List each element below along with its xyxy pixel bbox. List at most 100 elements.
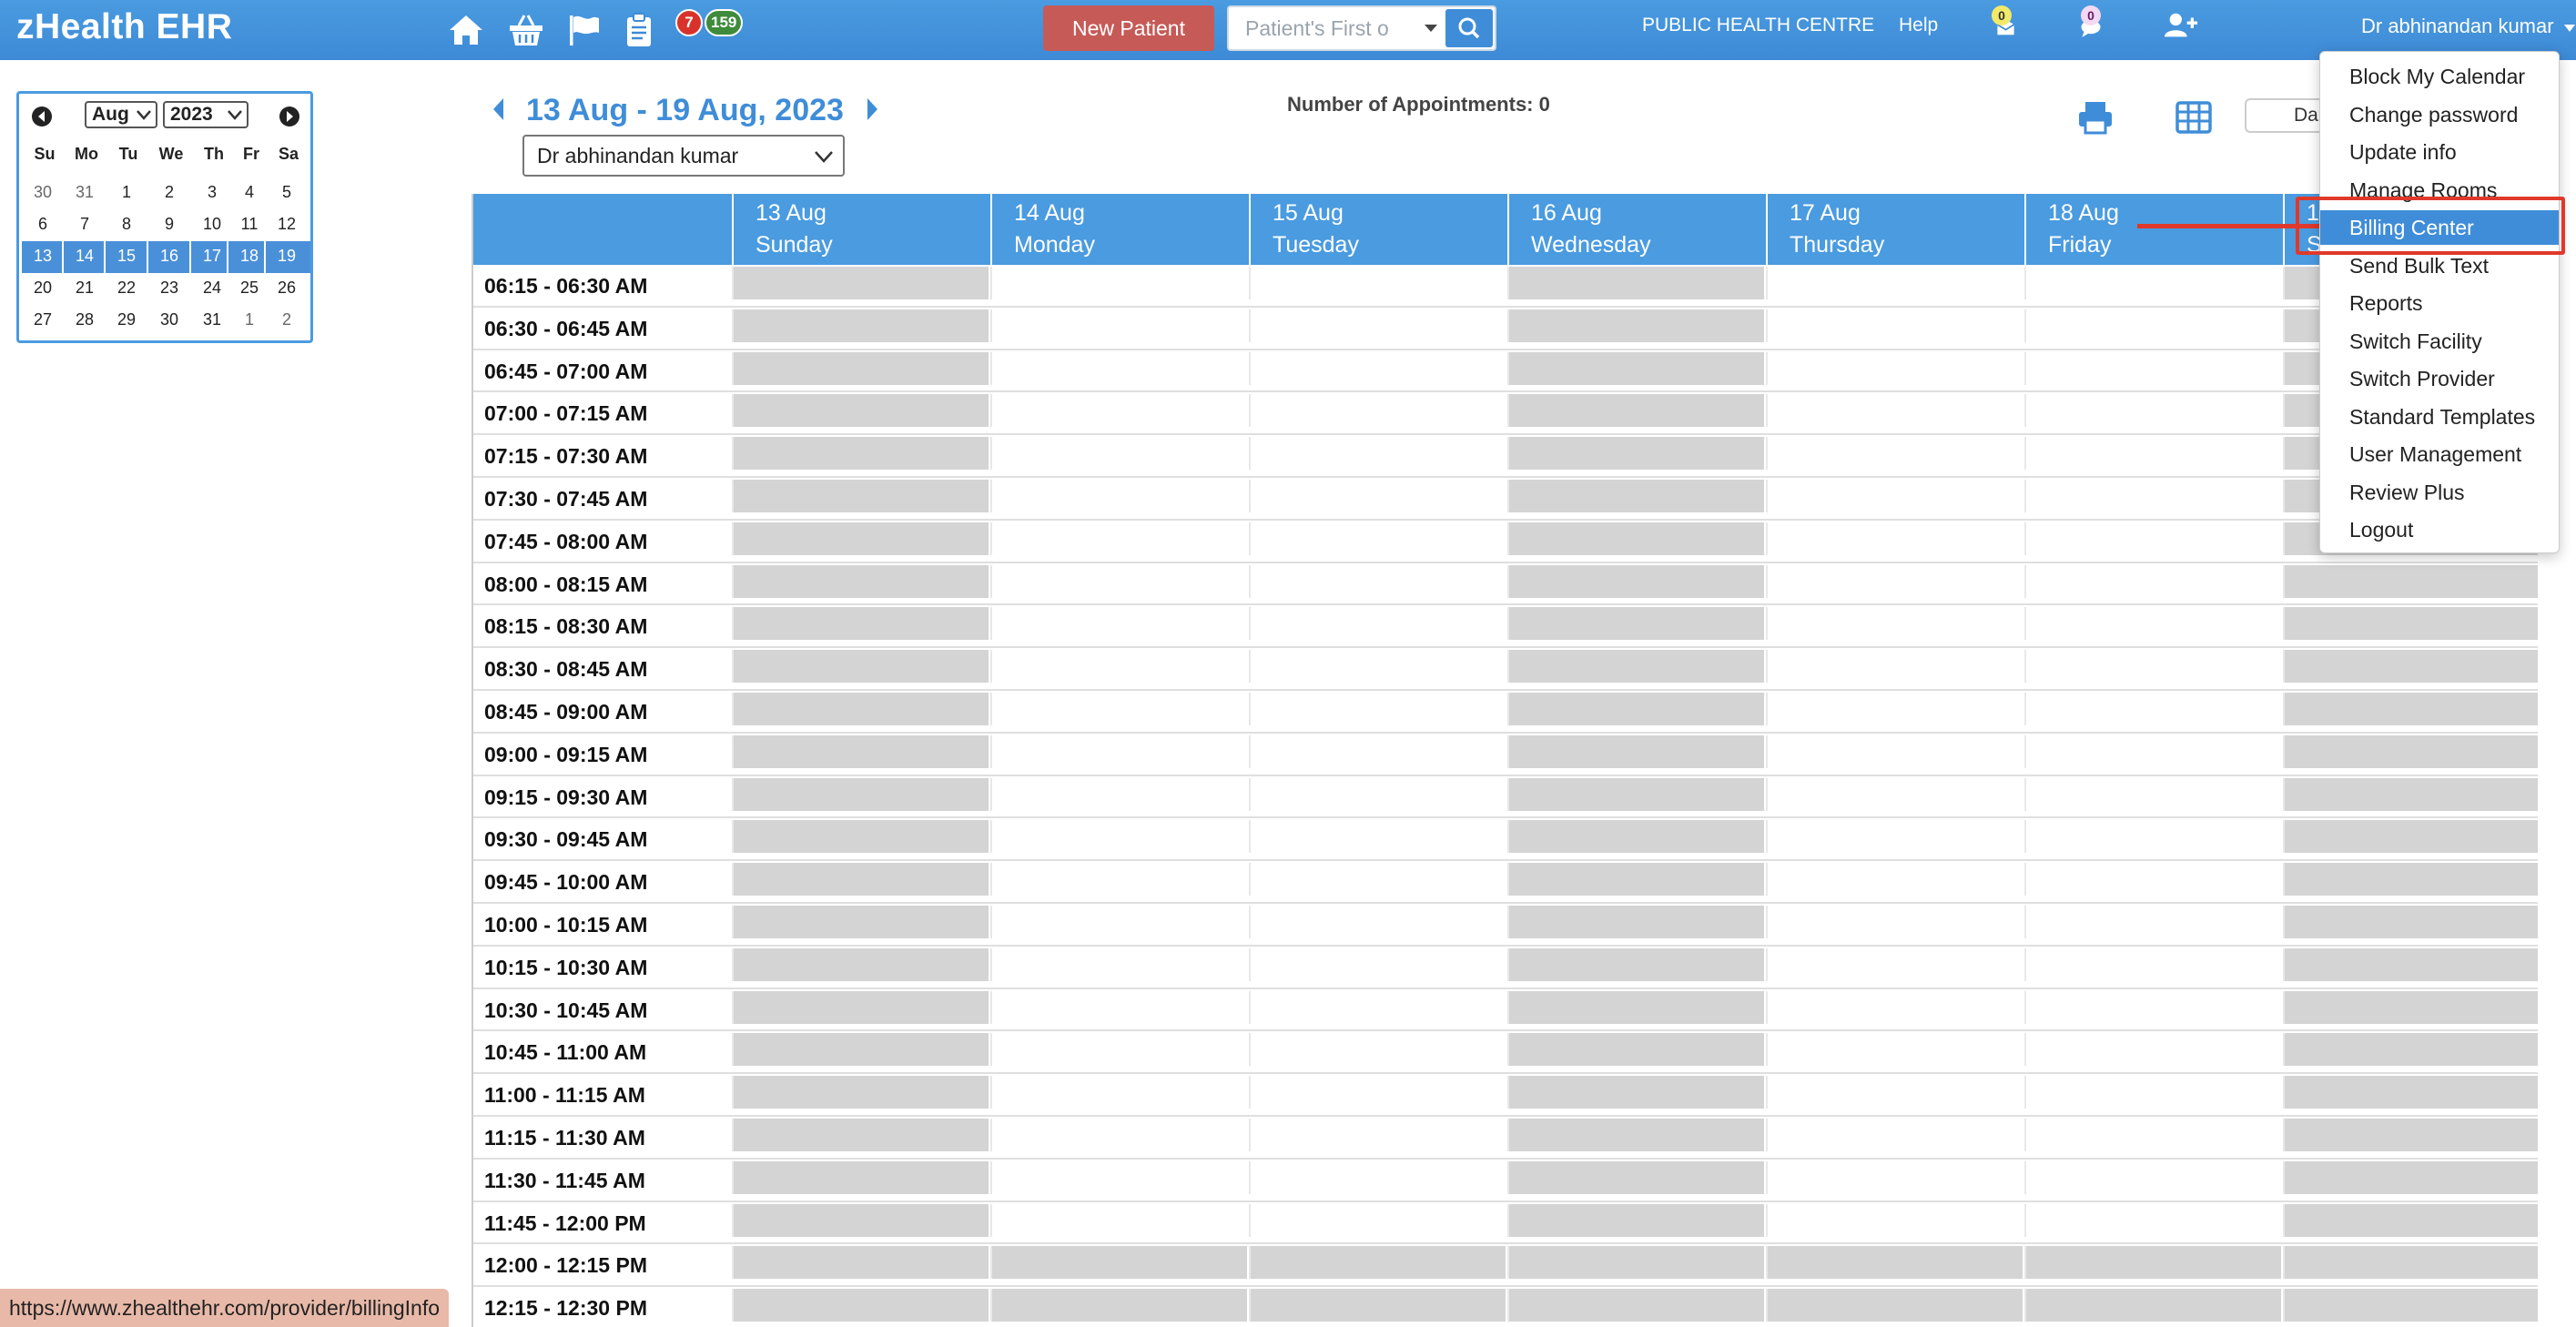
- blocked-slot-cell[interactable]: [732, 1033, 989, 1067]
- blocked-slot-cell[interactable]: [732, 650, 989, 684]
- open-slot-cell[interactable]: [1766, 863, 2023, 896]
- app-brand[interactable]: zHealth EHR: [16, 7, 232, 47]
- open-slot-cell[interactable]: [990, 437, 1247, 471]
- open-slot-cell[interactable]: [1249, 734, 1506, 768]
- blocked-slot-cell[interactable]: [990, 1289, 1247, 1322]
- blocked-slot-cell[interactable]: [1507, 1076, 1764, 1109]
- open-slot-cell[interactable]: [990, 394, 1247, 428]
- mini-calendar-day[interactable]: 19: [268, 247, 306, 266]
- blocked-slot-cell[interactable]: [732, 394, 989, 428]
- open-slot-cell[interactable]: [990, 1033, 1247, 1067]
- blocked-slot-cell[interactable]: [2283, 777, 2538, 811]
- blocked-slot-cell[interactable]: [2283, 1289, 2538, 1322]
- blocked-slot-cell[interactable]: [2283, 650, 2538, 684]
- mini-calendar-day[interactable]: 26: [268, 279, 306, 298]
- table-view-icon[interactable]: [2175, 100, 2212, 135]
- open-slot-cell[interactable]: [2024, 1118, 2281, 1151]
- blocked-slot-cell[interactable]: [1507, 734, 1764, 768]
- blocked-slot-cell[interactable]: [2283, 905, 2538, 938]
- add-user-icon[interactable]: [2163, 9, 2199, 46]
- open-slot-cell[interactable]: [990, 1118, 1247, 1151]
- open-slot-cell[interactable]: [2024, 351, 2281, 385]
- open-slot-cell[interactable]: [990, 351, 1247, 385]
- blocked-slot-cell[interactable]: [1507, 1033, 1764, 1067]
- mini-calendar-day[interactable]: 6: [24, 215, 62, 234]
- blocked-slot-cell[interactable]: [732, 351, 989, 385]
- blocked-slot-cell[interactable]: [1507, 522, 1764, 555]
- day-column-header[interactable]: 13 Aug Sunday: [732, 194, 990, 265]
- mini-calendar-day[interactable]: 30: [24, 183, 62, 202]
- mini-calendar-day[interactable]: 2: [268, 310, 306, 329]
- blocked-slot-cell[interactable]: [1249, 1289, 1506, 1322]
- blocked-slot-cell[interactable]: [732, 990, 989, 1024]
- menu-item-user-management[interactable]: User Management: [2320, 437, 2559, 471]
- blocked-slot-cell[interactable]: [990, 1246, 1247, 1280]
- help-link[interactable]: Help: [1899, 15, 1938, 36]
- prev-week-icon[interactable]: [490, 95, 508, 124]
- blocked-slot-cell[interactable]: [732, 820, 989, 854]
- open-slot-cell[interactable]: [990, 479, 1247, 512]
- open-slot-cell[interactable]: [2024, 479, 2281, 512]
- open-slot-cell[interactable]: [1249, 650, 1506, 684]
- open-slot-cell[interactable]: [2024, 1203, 2281, 1237]
- mini-calendar-day[interactable]: 14: [66, 247, 104, 266]
- mini-calendar-day[interactable]: 8: [107, 215, 146, 234]
- open-slot-cell[interactable]: [2024, 734, 2281, 768]
- blocked-slot-cell[interactable]: [2283, 1246, 2538, 1280]
- mini-calendar-day[interactable]: 31: [66, 183, 104, 202]
- blocked-slot-cell[interactable]: [2283, 947, 2538, 981]
- search-filter-dropdown-icon[interactable]: [1418, 16, 1444, 40]
- blocked-slot-cell[interactable]: [1507, 309, 1764, 342]
- blocked-slot-cell[interactable]: [732, 437, 989, 471]
- provider-select[interactable]: Dr abhinandan kumar: [522, 135, 845, 177]
- mini-calendar-day[interactable]: 1: [107, 183, 146, 202]
- open-slot-cell[interactable]: [2024, 522, 2281, 555]
- blocked-slot-cell[interactable]: [1507, 437, 1764, 471]
- tasks-badge[interactable]: 159: [705, 9, 744, 36]
- open-slot-cell[interactable]: [1249, 479, 1506, 512]
- open-slot-cell[interactable]: [1249, 1160, 1506, 1194]
- new-patient-button[interactable]: New Patient: [1043, 5, 1214, 51]
- print-icon[interactable]: [2077, 100, 2114, 135]
- blocked-slot-cell[interactable]: [1507, 1160, 1764, 1194]
- mini-calendar-day[interactable]: 3: [193, 183, 231, 202]
- open-slot-cell[interactable]: [990, 1203, 1247, 1237]
- blocked-slot-cell[interactable]: [2283, 692, 2538, 725]
- day-column-header[interactable]: 17 Aug Thursday: [1766, 194, 2024, 265]
- open-slot-cell[interactable]: [1766, 351, 2023, 385]
- alerts-badge[interactable]: 7: [675, 9, 703, 36]
- open-slot-cell[interactable]: [1249, 437, 1506, 471]
- facility-name[interactable]: PUBLIC HEALTH CENTRE: [1642, 15, 1874, 36]
- next-month-icon[interactable]: [279, 106, 299, 127]
- blocked-slot-cell[interactable]: [732, 863, 989, 896]
- blocked-slot-cell[interactable]: [1507, 863, 1764, 896]
- open-slot-cell[interactable]: [1766, 1203, 2023, 1237]
- blocked-slot-cell[interactable]: [1507, 564, 1764, 598]
- open-slot-cell[interactable]: [1249, 351, 1506, 385]
- menu-item-standard-templates[interactable]: Standard Templates: [2320, 400, 2559, 434]
- open-slot-cell[interactable]: [1766, 1118, 2023, 1151]
- mini-calendar-day[interactable]: 2: [150, 183, 188, 202]
- menu-item-reports[interactable]: Reports: [2320, 286, 2559, 320]
- blocked-slot-cell[interactable]: [2283, 1033, 2538, 1067]
- open-slot-cell[interactable]: [1766, 1160, 2023, 1194]
- blocked-slot-cell[interactable]: [732, 1203, 989, 1237]
- open-slot-cell[interactable]: [1249, 607, 1506, 641]
- blocked-slot-cell[interactable]: [1507, 1289, 1764, 1322]
- open-slot-cell[interactable]: [1249, 267, 1506, 299]
- open-slot-cell[interactable]: [1249, 564, 1506, 598]
- open-slot-cell[interactable]: [990, 820, 1247, 854]
- blocked-slot-cell[interactable]: [732, 564, 989, 598]
- open-slot-cell[interactable]: [990, 309, 1247, 342]
- year-select[interactable]: 2023: [163, 101, 248, 128]
- open-slot-cell[interactable]: [990, 650, 1247, 684]
- patient-search-input[interactable]: [1229, 7, 1416, 49]
- blocked-slot-cell[interactable]: [732, 947, 989, 981]
- blocked-slot-cell[interactable]: [2283, 564, 2538, 598]
- blocked-slot-cell[interactable]: [1507, 1118, 1764, 1151]
- open-slot-cell[interactable]: [990, 522, 1247, 555]
- mini-calendar-day[interactable]: 7: [66, 215, 104, 234]
- open-slot-cell[interactable]: [1766, 820, 2023, 854]
- blocked-slot-cell[interactable]: [1507, 905, 1764, 938]
- mini-calendar-day[interactable]: 5: [268, 183, 306, 202]
